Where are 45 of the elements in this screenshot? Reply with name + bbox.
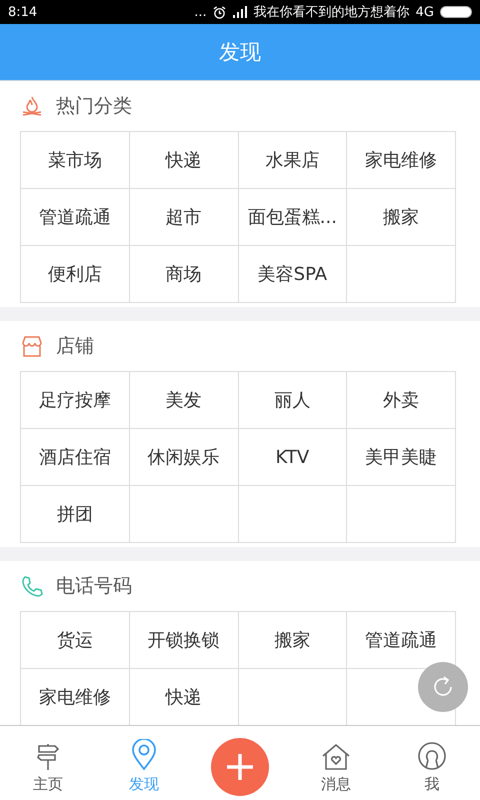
- category-cell[interactable]: 超市: [130, 189, 238, 246]
- section-title: 热门分类: [56, 94, 132, 119]
- category-cell[interactable]: 快递: [130, 132, 238, 189]
- notification-dots: ...: [194, 4, 207, 20]
- category-cell[interactable]: 丽人: [238, 372, 348, 429]
- carrier-text: 我在你看不到的地方想着你: [254, 4, 410, 21]
- category-cell[interactable]: 酒店住宿: [21, 429, 130, 486]
- house-heart-icon: [321, 743, 351, 771]
- category-cell[interactable]: 面包蛋糕...: [238, 189, 348, 246]
- category-cell[interactable]: 水果店: [238, 132, 348, 189]
- shop-icon: [20, 335, 44, 357]
- section-title: 电话号码: [56, 574, 132, 599]
- category-cell[interactable]: 货运: [21, 612, 130, 669]
- category-cell[interactable]: 家电维修: [347, 132, 456, 189]
- category-cell[interactable]: 美容SPA: [238, 246, 348, 303]
- category-cell[interactable]: 菜市场: [21, 132, 130, 189]
- tab-item[interactable]: 消息: [288, 726, 384, 800]
- header-title: 发现: [219, 39, 261, 66]
- battery-icon: [440, 6, 472, 18]
- category-cell[interactable]: 足疗按摩: [21, 372, 130, 429]
- category-cell[interactable]: 搬家: [238, 612, 348, 669]
- signpost-icon: [35, 743, 61, 771]
- category-cell[interactable]: 美发: [130, 372, 238, 429]
- user-icon: [417, 741, 447, 771]
- plus-icon: [225, 752, 255, 782]
- category-cell[interactable]: 拼团: [21, 486, 130, 543]
- tab-item[interactable]: 主页: [0, 726, 96, 800]
- category-cell[interactable]: 便利店: [21, 246, 130, 303]
- category-cell[interactable]: 商场: [130, 246, 238, 303]
- category-cell[interactable]: 开锁换锁: [130, 612, 238, 669]
- alarm-icon: [212, 6, 226, 18]
- signal-icon: [232, 6, 248, 18]
- flame-icon: [20, 94, 44, 118]
- category-cell[interactable]: 外卖: [347, 372, 456, 429]
- category-cell[interactable]: 休闲娱乐: [130, 429, 238, 486]
- category-cell[interactable]: 搬家: [347, 189, 456, 246]
- category-cell[interactable]: 美甲美睫: [347, 429, 456, 486]
- category-cell[interactable]: 管道疏通: [21, 189, 130, 246]
- clock: 8:14: [8, 4, 38, 20]
- section-title: 店铺: [56, 334, 94, 359]
- tab-item[interactable]: 我: [384, 726, 480, 800]
- phone-icon: [20, 574, 44, 598]
- network-type: 4G: [416, 4, 434, 20]
- location-pin-icon: [131, 739, 157, 771]
- category-cell[interactable]: KTV: [238, 429, 348, 486]
